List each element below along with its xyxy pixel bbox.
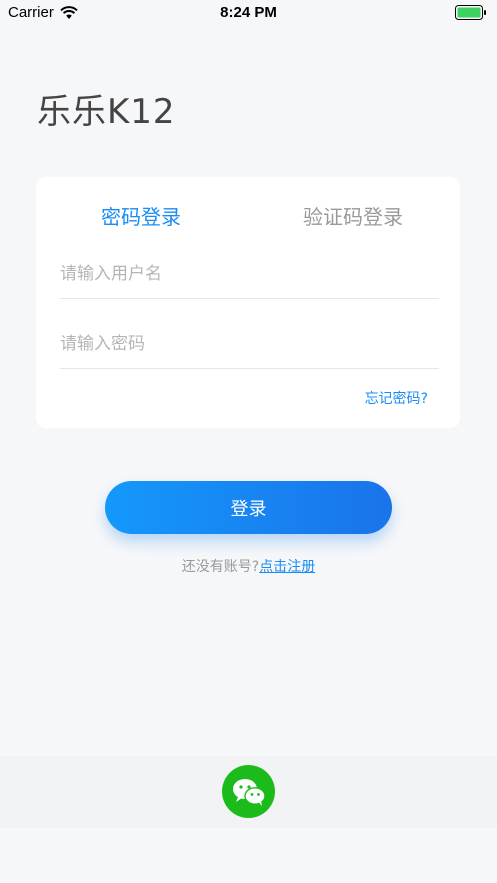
login-button[interactable]: 登录: [105, 481, 392, 534]
register-prompt: 还没有账号?: [181, 559, 260, 575]
tab-code-login[interactable]: 验证码登录: [303, 201, 403, 230]
wechat-icon: [232, 778, 266, 806]
forgot-password-link[interactable]: 忘记密码?: [365, 388, 428, 408]
status-bar: Carrier 8:24 PM: [0, 0, 497, 28]
username-field: [60, 249, 439, 299]
register-link[interactable]: 点击注册: [259, 559, 315, 575]
password-field: [60, 319, 439, 369]
login-card: 密码登录 验证码登录 忘记密码?: [36, 177, 460, 428]
battery-icon: [455, 5, 486, 20]
wechat-login-button[interactable]: [222, 765, 275, 818]
app-title: 乐乐K12: [37, 92, 176, 132]
clock: 8:24 PM: [220, 4, 277, 21]
register-prompt-line: 还没有账号?点击注册: [0, 556, 497, 576]
username-input[interactable]: [60, 249, 439, 298]
tab-password-login[interactable]: 密码登录: [101, 201, 181, 230]
password-input[interactable]: [60, 319, 439, 368]
